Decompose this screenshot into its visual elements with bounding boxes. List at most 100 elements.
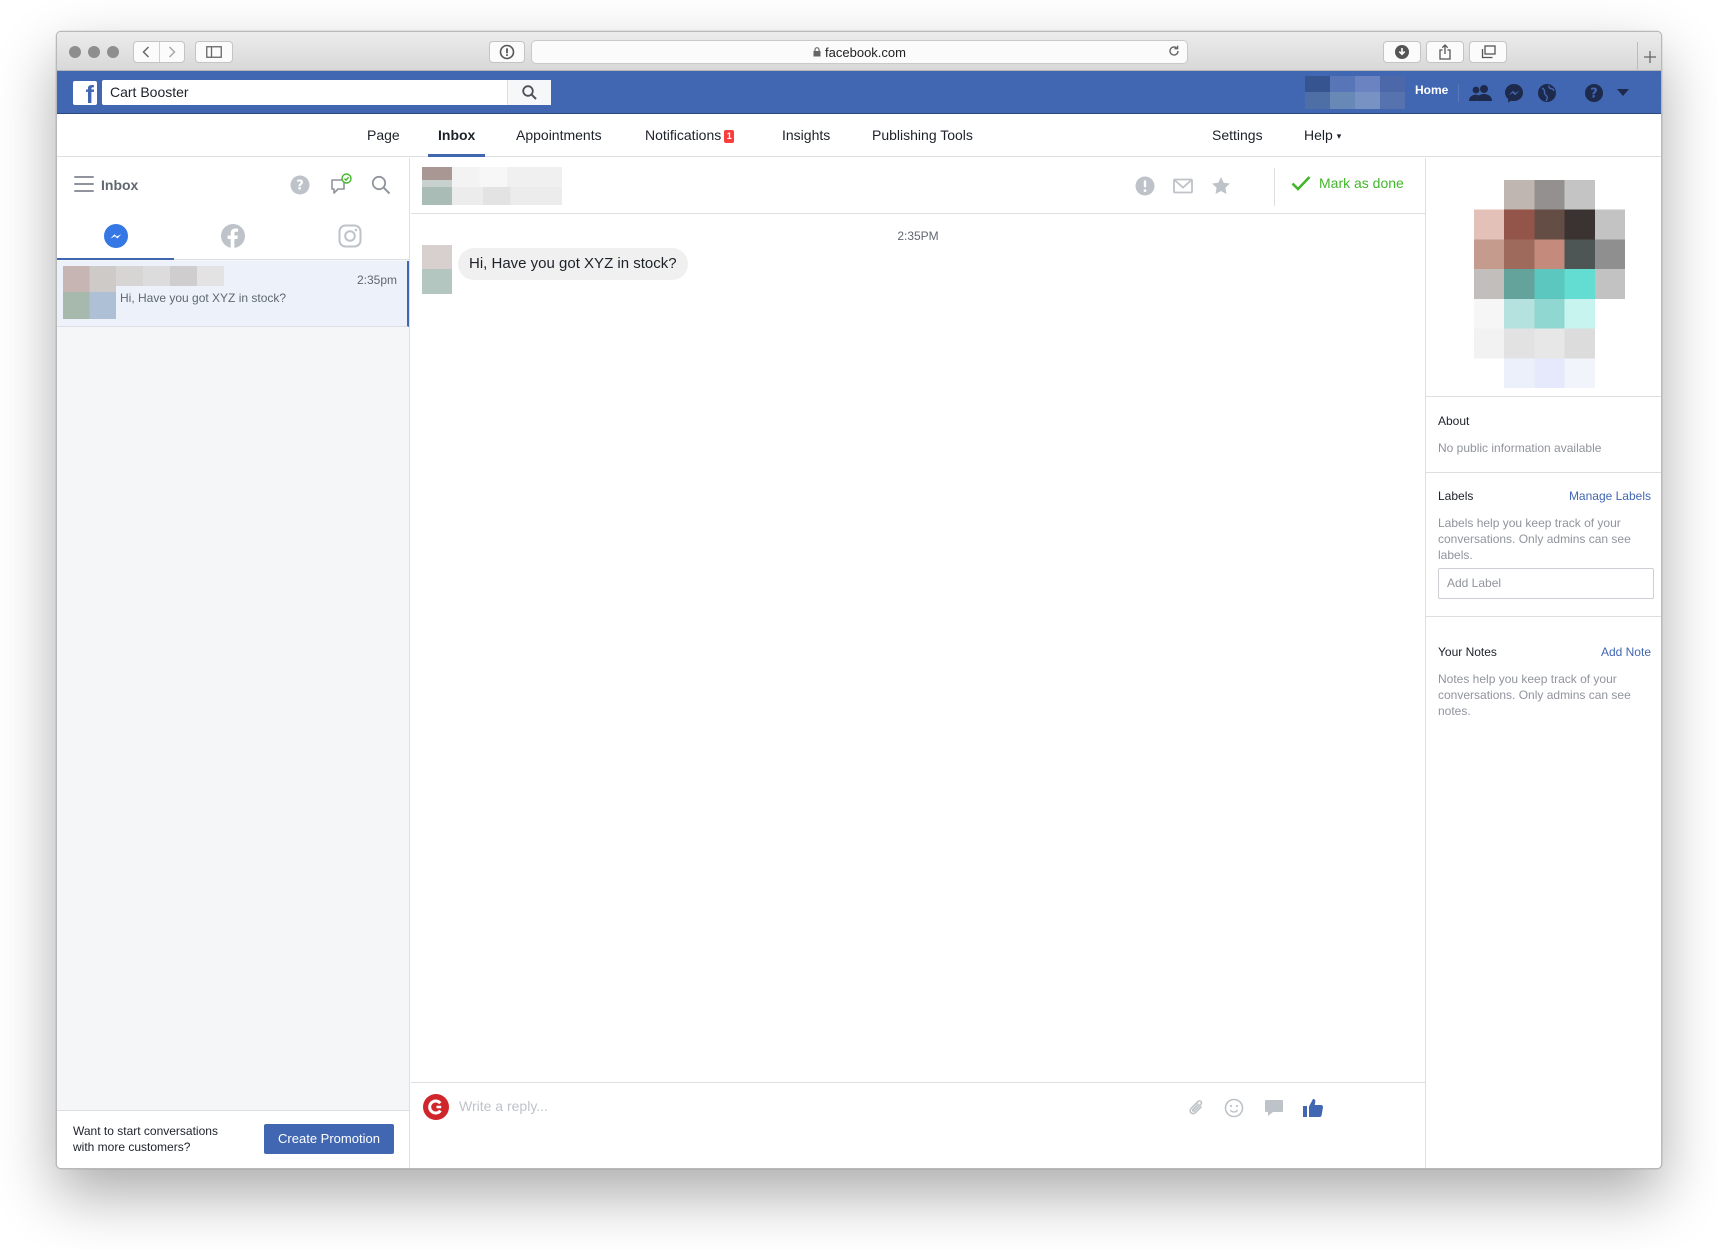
about-title: About xyxy=(1438,414,1470,428)
browser-toolbar: facebook.com xyxy=(57,32,1661,71)
messenger-icon xyxy=(103,223,128,248)
chat-check-icon xyxy=(331,173,352,194)
speech-bubble-icon xyxy=(1265,1100,1283,1116)
tab-inbox[interactable]: Inbox xyxy=(427,114,486,157)
attach-file-button[interactable] xyxy=(1184,1095,1210,1121)
facebook-logo-icon[interactable]: f xyxy=(73,81,97,105)
notifications-count-badge: 1 xyxy=(724,130,735,143)
inbox-title: Inbox xyxy=(101,177,139,193)
send-like-button[interactable] xyxy=(1300,1095,1326,1121)
facebook-header: f Cart Booster Home ? xyxy=(57,71,1661,114)
browser-window: facebook.com f Cart Booster Home ? Page … xyxy=(56,31,1662,1169)
conversation-name-redacted xyxy=(116,266,224,286)
message-timestamp: 2:35PM xyxy=(897,229,939,243)
saved-replies-button[interactable] xyxy=(1261,1095,1287,1121)
chevron-right-icon xyxy=(168,46,176,58)
star-conversation-button[interactable] xyxy=(1208,173,1234,199)
tab-messenger[interactable] xyxy=(57,212,175,260)
tab-settings[interactable]: Settings xyxy=(1212,114,1263,157)
privacy-report-button[interactable] xyxy=(489,41,525,63)
conversation-time: 2:35pm xyxy=(356,273,397,287)
contact-details-panel: About No public information available La… xyxy=(1425,158,1661,1168)
contact-profile-photo-redacted[interactable] xyxy=(1474,180,1625,388)
globe-icon xyxy=(1538,84,1556,102)
close-window-button[interactable] xyxy=(69,46,81,58)
manage-labels-link[interactable]: Manage Labels xyxy=(1569,489,1651,503)
labels-help-text: Labels help you keep track of your conve… xyxy=(1438,516,1631,562)
friends-icon xyxy=(1469,85,1492,101)
mark-as-spam-button[interactable] xyxy=(1132,173,1158,199)
tab-help[interactable]: Help ▾ xyxy=(1304,114,1341,157)
search-button[interactable] xyxy=(507,80,551,105)
labels-title: Labels xyxy=(1438,489,1474,503)
forward-button[interactable] xyxy=(160,42,185,62)
facebook-icon xyxy=(220,223,245,248)
sidebar-toggle-button[interactable] xyxy=(195,41,233,63)
mark-as-done-label: Mark as done xyxy=(1319,175,1404,191)
cart-booster-logo-icon xyxy=(428,1099,442,1115)
tab-instagram[interactable] xyxy=(292,212,409,259)
show-tabs-button[interactable] xyxy=(1469,41,1507,63)
notes-help-text: Notes help you keep track of your conver… xyxy=(1438,672,1631,718)
notifications-button[interactable] xyxy=(1534,80,1560,106)
account-menu-button[interactable] xyxy=(1610,80,1636,106)
search-box: Cart Booster xyxy=(102,80,551,105)
address-bar[interactable]: facebook.com xyxy=(531,40,1188,64)
contact-avatar[interactable] xyxy=(422,167,452,205)
inbox-menu-icon[interactable] xyxy=(74,176,94,192)
tab-publishing-tools[interactable]: Publishing Tools xyxy=(872,114,973,157)
mark-as-done-button[interactable]: Mark as done xyxy=(1291,175,1404,191)
help-center-button[interactable]: ? xyxy=(1581,80,1607,106)
reload-button[interactable] xyxy=(1167,44,1181,61)
inbox-search-button[interactable] xyxy=(368,172,394,198)
plus-icon xyxy=(1643,50,1656,63)
add-note-link[interactable]: Add Note xyxy=(1601,645,1651,659)
tab-notifications-label: Notifications xyxy=(645,127,722,143)
caret-down-icon xyxy=(1617,89,1629,96)
tab-page[interactable]: Page xyxy=(367,114,400,157)
history-navigation xyxy=(133,41,185,63)
downloads-button[interactable] xyxy=(1383,41,1421,63)
conversation-header: Mark as done xyxy=(411,158,1425,214)
add-label-input[interactable]: Add Label xyxy=(1438,568,1654,599)
message-bubble: Hi, Have you got XYZ in stock? xyxy=(458,248,688,280)
create-promotion-button[interactable]: Create Promotion xyxy=(264,1124,394,1154)
back-button[interactable] xyxy=(134,42,160,62)
minimize-window-button[interactable] xyxy=(88,46,100,58)
envelope-icon xyxy=(1173,178,1193,194)
tab-insights[interactable]: Insights xyxy=(782,114,830,157)
zoom-window-button[interactable] xyxy=(107,46,119,58)
share-button[interactable] xyxy=(1426,41,1464,63)
new-tab-button[interactable] xyxy=(1637,42,1661,71)
labels-section: Labels Manage Labels Labels help you kee… xyxy=(1426,472,1661,615)
conversation-list-item[interactable]: 2:35pm Hi, Have you got XYZ in stock? xyxy=(57,261,409,327)
home-link[interactable]: Home xyxy=(1415,83,1448,97)
svg-text:?: ? xyxy=(1590,87,1598,102)
exclamation-circle-icon xyxy=(1135,176,1155,196)
help-caret-icon: ▾ xyxy=(1336,131,1342,141)
instagram-icon xyxy=(338,224,362,247)
chevron-left-icon xyxy=(142,46,150,58)
question-mark-icon: ? xyxy=(1585,84,1603,102)
emoji-button[interactable] xyxy=(1221,1095,1247,1121)
tab-notifications[interactable]: Notifications 1 xyxy=(645,114,735,157)
messages-button[interactable] xyxy=(1501,80,1527,106)
tab-appointments[interactable]: Appointments xyxy=(516,114,602,157)
inbox-sidebar: Inbox ? 2:35pm Hi, Have you got XYZ in s… xyxy=(57,158,410,1168)
friend-requests-button[interactable] xyxy=(1468,80,1494,106)
inbox-help-button[interactable]: ? xyxy=(287,172,313,198)
search-input[interactable]: Cart Booster xyxy=(102,80,507,105)
profile-shortcut-avatar[interactable] xyxy=(1305,76,1405,109)
checkmark-icon xyxy=(1291,176,1311,191)
mark-done-filter-button[interactable] xyxy=(328,172,354,198)
sidebar-icon xyxy=(206,46,222,58)
lock-icon xyxy=(813,47,821,57)
reply-input[interactable]: Write a reply... xyxy=(459,1098,548,1114)
conversation-avatar xyxy=(63,266,116,319)
svg-text:?: ? xyxy=(296,179,304,194)
mark-as-unread-button[interactable] xyxy=(1170,173,1196,199)
message-sender-avatar xyxy=(422,245,452,294)
tab-facebook[interactable] xyxy=(174,212,291,259)
tabs-icon xyxy=(1481,45,1496,59)
star-icon xyxy=(1212,177,1230,194)
